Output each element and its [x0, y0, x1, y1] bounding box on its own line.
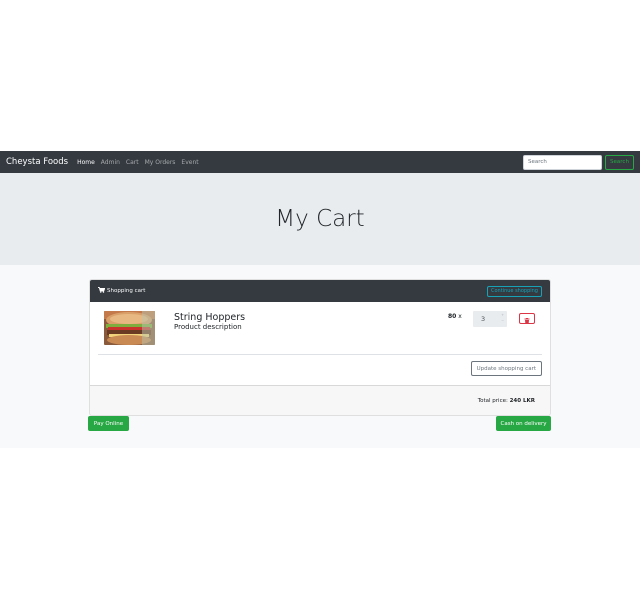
card-header: Shopping cart Continue shopping: [90, 280, 550, 302]
nav-link-event[interactable]: Event: [181, 159, 198, 166]
search-input[interactable]: [523, 154, 602, 170]
nav-link-my-orders[interactable]: My Orders: [145, 159, 176, 166]
product-price: 80 x: [448, 313, 462, 320]
delete-item-button[interactable]: [519, 313, 535, 324]
trash-icon: [524, 309, 530, 328]
spinner-arrows-icon[interactable]: + −: [501, 312, 504, 324]
cart-item-row: String Hoppers Product description 80 x …: [90, 302, 550, 354]
product-name: String Hoppers: [174, 312, 246, 323]
shopping-cart-card: Shopping cart Continue shopping String H…: [89, 279, 551, 416]
card-footer: Total price: 240 LKR: [90, 385, 550, 415]
pay-online-button[interactable]: Pay Online: [88, 416, 129, 431]
quantity-value[interactable]: 3: [481, 315, 485, 323]
nav-link-admin[interactable]: Admin: [101, 159, 120, 166]
card-title: Shopping cart: [98, 287, 145, 295]
navbar: Cheysta Foods Home Admin Cart My Orders …: [0, 151, 640, 173]
nav-link-home[interactable]: Home: [77, 159, 95, 166]
total-label: Total price:: [477, 398, 508, 404]
continue-shopping-button[interactable]: Continue shopping: [487, 285, 542, 297]
jumbotron: My Cart: [0, 173, 640, 265]
update-cart-button[interactable]: Update shopping cart: [470, 361, 542, 376]
product-description: Product description: [174, 323, 242, 331]
page: Cheysta Foods Home Admin Cart My Orders …: [0, 151, 640, 448]
search-button[interactable]: Search: [605, 154, 634, 170]
page-title: My Cart: [275, 206, 365, 232]
cart-icon: [98, 287, 106, 295]
search-form: Search: [523, 154, 634, 170]
cash-on-delivery-button[interactable]: Cash on delivery: [496, 416, 551, 431]
nav-link-cart[interactable]: Cart: [126, 159, 139, 166]
quantity-stepper[interactable]: 3 + −: [473, 311, 507, 327]
total-value: 240 LKR: [509, 398, 535, 404]
price-times: x: [458, 313, 462, 320]
total-price: Total price: 240 LKR: [478, 398, 535, 404]
product-image: [104, 311, 155, 345]
brand-logo[interactable]: Cheysta Foods: [6, 157, 68, 167]
price-value: 80: [448, 313, 457, 320]
card-title-label: Shopping cart: [107, 288, 146, 294]
divider: [98, 354, 542, 355]
